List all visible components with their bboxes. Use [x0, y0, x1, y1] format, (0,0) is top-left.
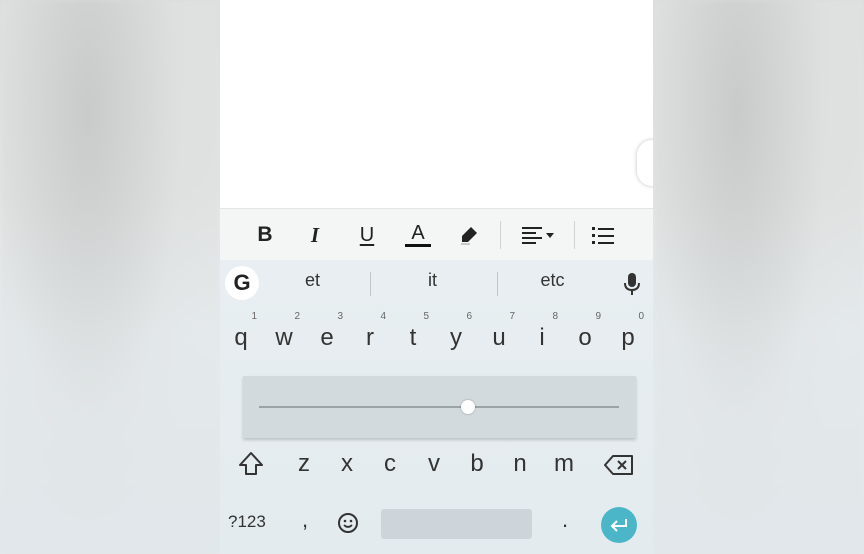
period-key[interactable]: . — [562, 507, 568, 533]
toolbar-divider — [500, 221, 501, 249]
space-bar[interactable] — [381, 509, 532, 539]
google-g-icon: G — [233, 270, 251, 295]
bold-button[interactable]: B — [250, 209, 280, 261]
key-hint: 7 — [509, 311, 515, 322]
suggestion-divider — [497, 272, 498, 296]
key-hint: 8 — [552, 311, 558, 322]
phone-screen: B I U A G et it etc q 1 w 2 e 3 r 4 t 5 … — [220, 0, 653, 554]
key-o[interactable]: o9 — [565, 311, 605, 364]
key-z[interactable]: z — [284, 438, 324, 490]
key-x[interactable]: x — [327, 438, 367, 490]
suggestion-1[interactable]: et — [265, 270, 360, 298]
key-p[interactable]: p0 — [608, 311, 648, 364]
bulleted-list-button[interactable] — [588, 209, 618, 261]
key-hint: 5 — [423, 311, 429, 322]
highlight-pen-icon — [461, 227, 477, 245]
slider-track — [259, 406, 619, 408]
key-m[interactable]: m — [544, 438, 584, 490]
key-hint: 1 — [251, 311, 257, 322]
key-hint: 6 — [466, 311, 472, 322]
suggestion-2[interactable]: it — [385, 270, 480, 298]
slider-thumb[interactable] — [460, 400, 475, 414]
side-panel-handle[interactable] — [637, 140, 653, 186]
key-n[interactable]: n — [500, 438, 540, 490]
key-e[interactable]: e3 — [307, 311, 347, 364]
key-q[interactable]: q1 — [221, 311, 261, 364]
keyboard: G et it etc q1 w2 e3 r4 t5 y6 u7 i8 o9 p… — [220, 260, 653, 554]
suggestion-3[interactable]: etc — [505, 270, 600, 298]
key-hint: 4 — [380, 311, 386, 322]
toolbar-divider — [574, 221, 575, 249]
document-editing-area[interactable] — [220, 0, 653, 208]
text-color-swatch — [405, 244, 431, 247]
key-t[interactable]: t5 — [393, 311, 433, 364]
highlight-button[interactable] — [454, 209, 484, 261]
shift-icon[interactable] — [237, 450, 265, 478]
italic-icon: I — [310, 222, 320, 247]
microphone-icon[interactable] — [622, 272, 642, 296]
bulleted-list-icon — [592, 227, 614, 244]
enter-arrow-icon — [610, 519, 627, 532]
comma-key[interactable]: , — [302, 507, 308, 533]
blurred-background-left — [0, 0, 220, 554]
key-c[interactable]: c — [370, 438, 410, 490]
key-r[interactable]: r4 — [350, 311, 390, 364]
italic-button[interactable]: I — [300, 209, 330, 261]
bold-icon: B — [257, 223, 273, 246]
blurred-background-right — [653, 0, 864, 554]
key-b[interactable]: b — [457, 438, 497, 490]
align-dropdown-button[interactable] — [518, 209, 558, 261]
backspace-icon[interactable] — [604, 454, 634, 476]
key-hint: 2 — [294, 311, 300, 322]
google-search-button[interactable]: G — [225, 266, 259, 300]
enter-button[interactable] — [601, 507, 637, 543]
symbols-key[interactable]: ?123 — [228, 512, 266, 532]
text-color-icon: A — [411, 222, 425, 244]
suggestion-bar: G et it etc — [220, 260, 653, 308]
underline-icon: U — [359, 223, 375, 246]
suggestion-divider — [370, 272, 371, 296]
key-hint: 9 — [595, 311, 601, 322]
key-w[interactable]: w2 — [264, 311, 304, 364]
key-u[interactable]: u7 — [479, 311, 519, 364]
cursor-control-slider[interactable] — [243, 376, 636, 438]
align-left-dropdown-icon — [522, 227, 554, 244]
key-hint: 3 — [337, 311, 343, 322]
text-color-button[interactable]: A — [403, 209, 433, 261]
formatting-toolbar: B I U A — [220, 208, 653, 261]
emoji-icon[interactable] — [337, 512, 359, 534]
key-hint: 0 — [638, 311, 644, 322]
key-v[interactable]: v — [414, 438, 454, 490]
underline-button[interactable]: U — [352, 209, 382, 261]
key-y[interactable]: y6 — [436, 311, 476, 364]
key-i[interactable]: i8 — [522, 311, 562, 364]
